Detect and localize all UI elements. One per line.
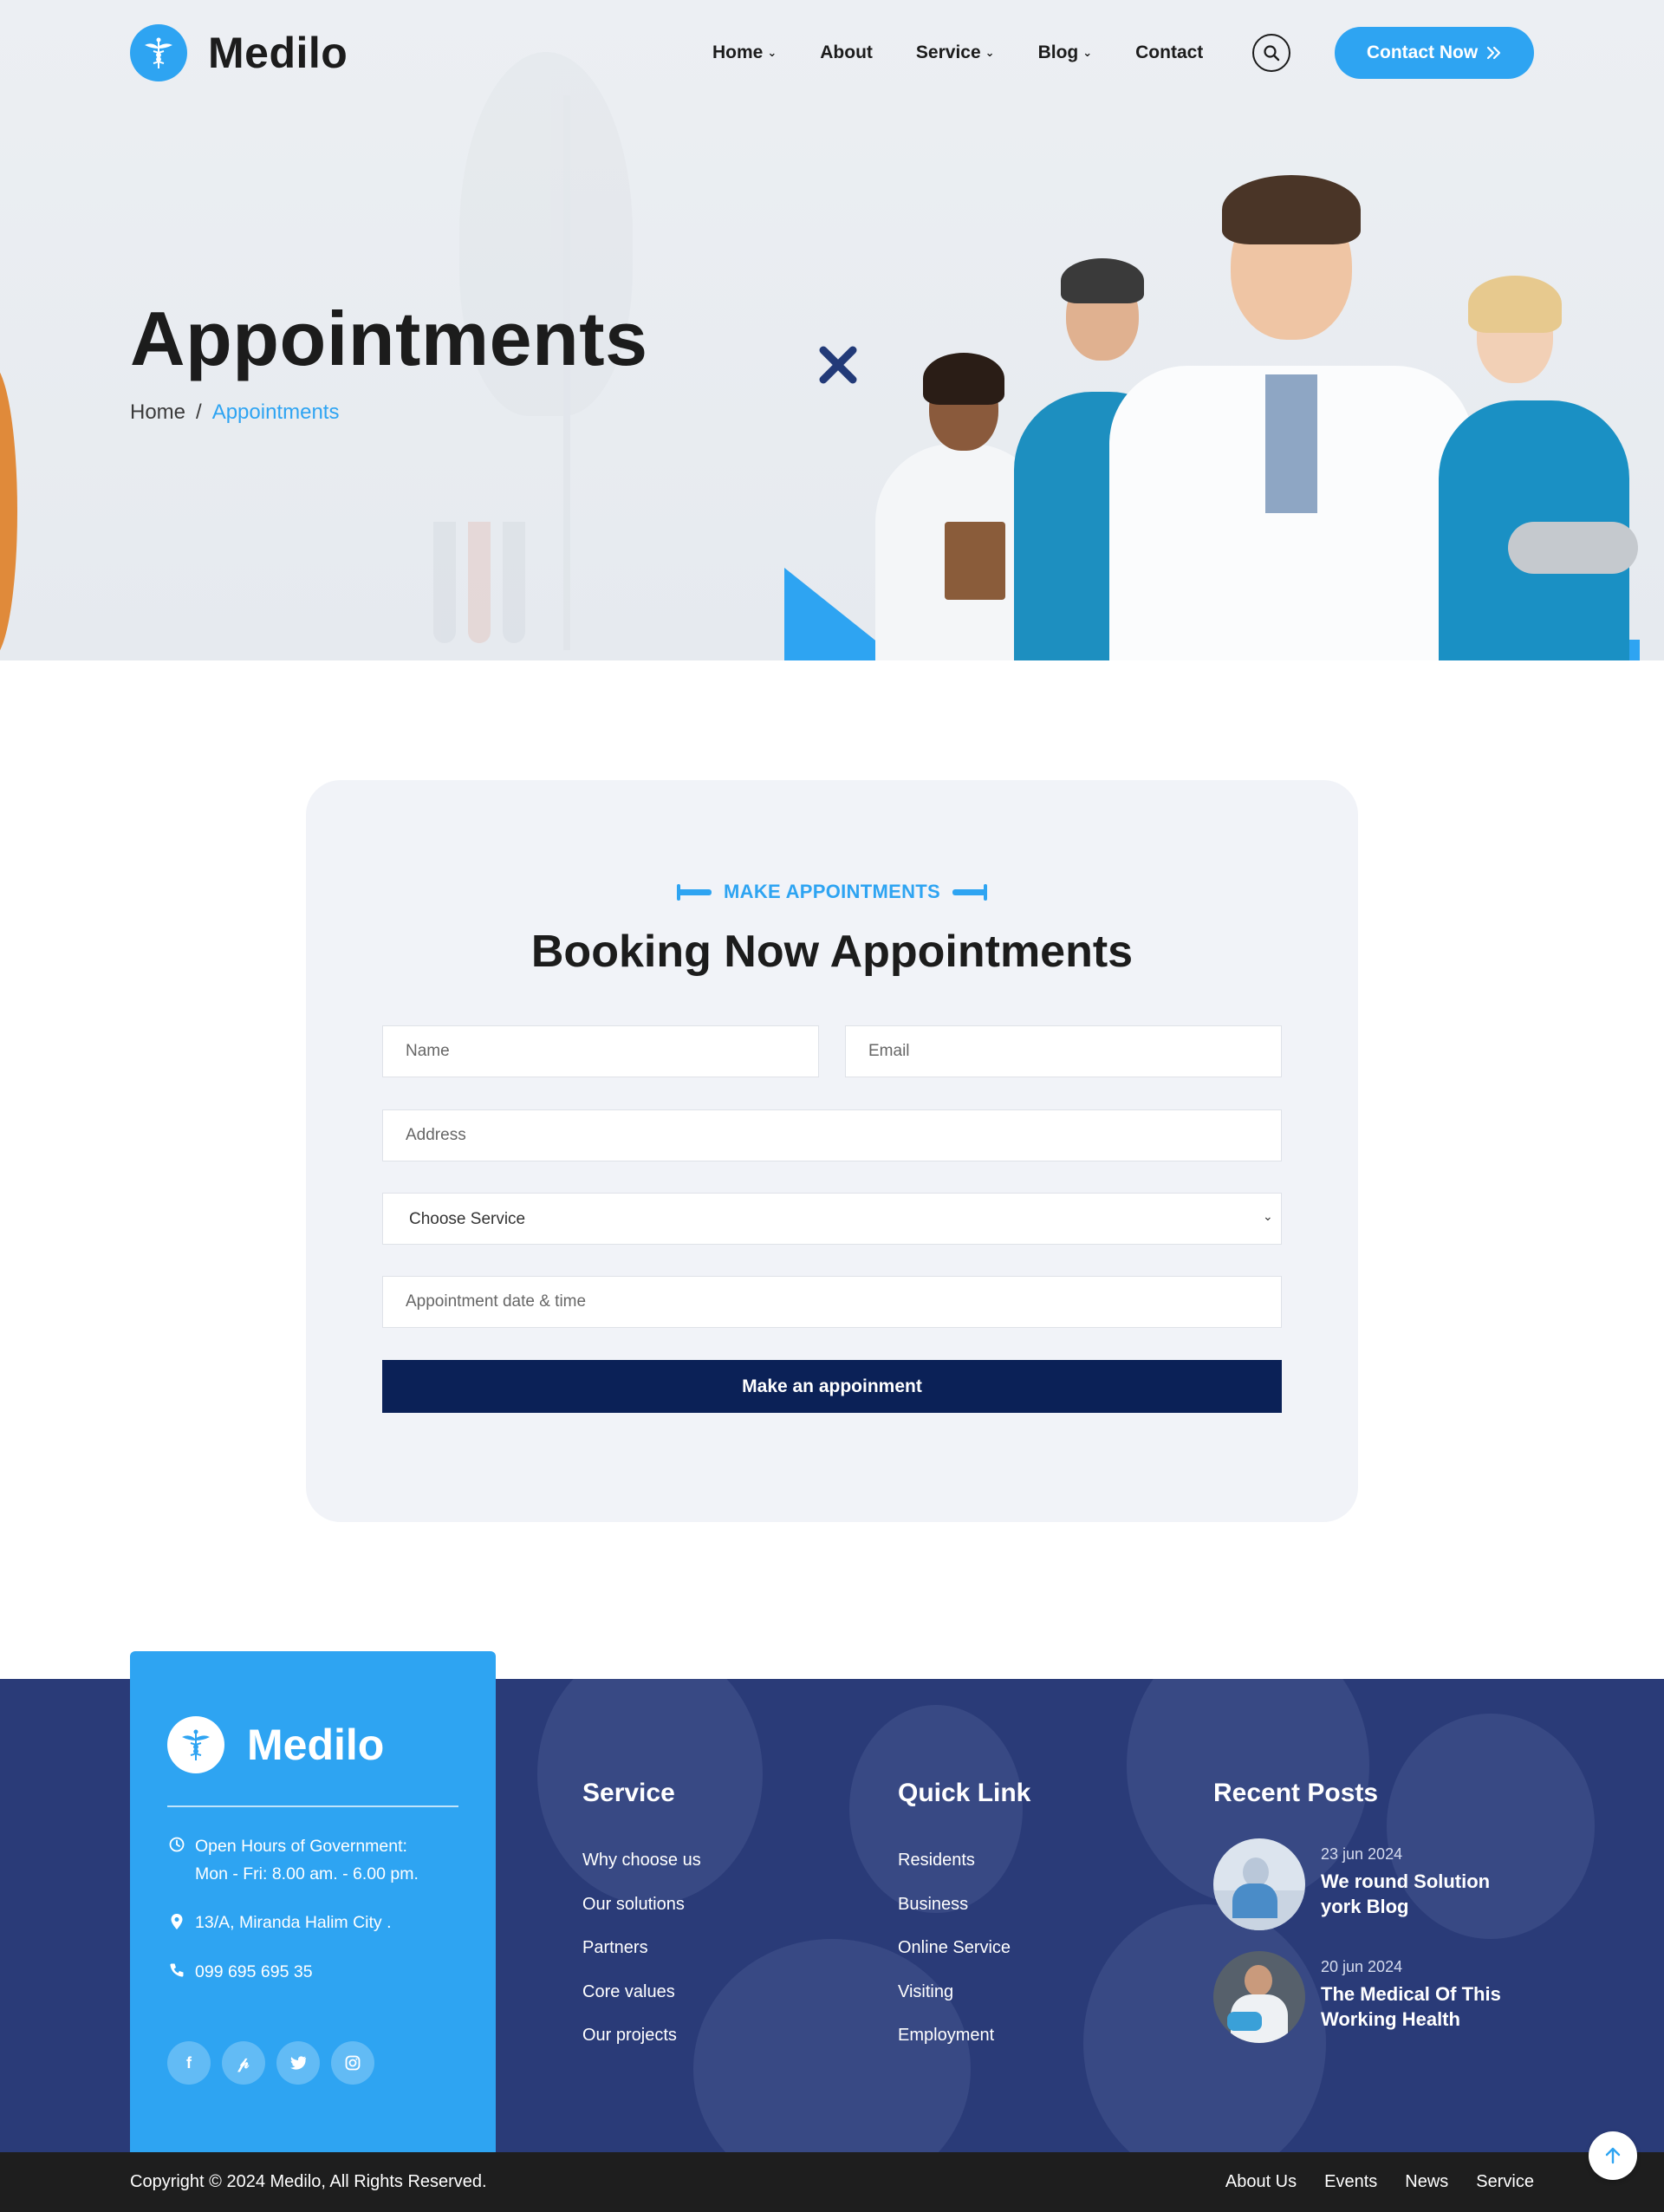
nav-item-home[interactable]: Home ⌄ — [712, 42, 777, 63]
footer-link-partners[interactable]: Partners — [582, 1926, 701, 1970]
doctors-team-image — [858, 156, 1638, 660]
pinterest-icon[interactable]: 𝓅 — [222, 2041, 265, 2085]
site-header: Medilo Home ⌄ About Service ⌄ Blog ⌄ Con… — [130, 24, 1534, 81]
clock-icon — [167, 1832, 186, 1888]
twitter-icon[interactable] — [276, 2041, 320, 2085]
scroll-to-top-button[interactable] — [1589, 2131, 1637, 2180]
chevron-down-icon: ⌄ — [985, 46, 995, 59]
hours-label: Open Hours of Government: — [195, 1837, 407, 1856]
close-icon — [819, 346, 857, 384]
main-nav: Home ⌄ About Service ⌄ Blog ⌄ Contact — [712, 24, 1203, 81]
phone-text: 099 695 695 35 — [195, 1962, 313, 1981]
nav-label: Home — [712, 42, 764, 62]
footer-brand-name: Medilo — [247, 1721, 385, 1769]
footer-quick-link-column: Quick Link Residents Business Online Ser… — [898, 1779, 1030, 2058]
chevron-down-icon: ⌄ — [767, 46, 777, 59]
breadcrumb-separator: / — [196, 400, 202, 424]
eyebrow-label: MAKE APPOINTMENTS — [724, 881, 940, 902]
caduceus-icon — [167, 1716, 224, 1773]
hero-decoration — [0, 364, 17, 659]
facebook-icon[interactable]: f — [167, 2041, 211, 2085]
post-date: 23 jun 2024 — [1321, 1845, 1403, 1863]
contact-now-button[interactable]: Contact Now — [1335, 27, 1534, 79]
footer-quick-link-title: Quick Link — [898, 1779, 1031, 1807]
recent-post-item[interactable]: 20 jun 2024 The Medical Of This Working … — [1213, 1951, 1511, 2043]
footer-link-why-choose-us[interactable]: Why choose us — [582, 1838, 701, 1883]
appointment-form-card: MAKE APPOINTMENTS Booking Now Appointmen… — [306, 780, 1358, 1522]
nav-item-service[interactable]: Service ⌄ — [916, 42, 995, 63]
section-eyebrow: MAKE APPOINTMENTS — [306, 881, 1358, 903]
footer-link-our-projects[interactable]: Our projects — [582, 2014, 701, 2058]
divider — [167, 1805, 458, 1807]
caduceus-icon — [130, 24, 187, 81]
instagram-icon[interactable] — [331, 2041, 374, 2085]
social-links: f 𝓅 — [167, 2041, 374, 2085]
footer-logo[interactable]: Medilo — [167, 1716, 384, 1773]
post-date: 20 jun 2024 — [1321, 1958, 1403, 1975]
service-select[interactable]: Choose Service — [382, 1193, 1282, 1245]
breadcrumb-home-link[interactable]: Home — [130, 400, 185, 425]
footer-link-employment[interactable]: Employment — [898, 2014, 1030, 2058]
footer-recent-posts-title: Recent Posts — [1213, 1779, 1379, 1807]
recent-post-item[interactable]: 23 jun 2024 We round Solution york Blog — [1213, 1838, 1511, 1930]
nav-item-about[interactable]: About — [820, 42, 873, 63]
nav-label: Service — [915, 42, 981, 62]
email-field[interactable] — [845, 1025, 1282, 1077]
brand-name: Medilo — [208, 29, 348, 77]
eyebrow-bar-icon — [952, 883, 987, 901]
footer-link-business[interactable]: Business — [898, 1883, 1030, 1927]
site-logo[interactable]: Medilo — [130, 24, 348, 81]
footer-bottom-bar: Copyright © 2024 Medilo, All Rights Rese… — [0, 2152, 1664, 2212]
section-title: Booking Now Appointments — [530, 927, 1134, 977]
footer-phone[interactable]: 099 695 695 35 — [167, 1958, 313, 1986]
footer-bottom-links: About Us Events News Service — [1225, 2152, 1534, 2212]
post-thumbnail — [1213, 1951, 1305, 2043]
nav-label: About — [820, 42, 873, 62]
double-chevron-right-icon — [1487, 46, 1501, 60]
nav-label: Blog — [1037, 42, 1079, 62]
footer-link-core-values[interactable]: Core values — [582, 1970, 701, 2014]
address-text: 13/A, Miranda Halim City . — [195, 1913, 392, 1932]
breadcrumb: Home / Appointments — [130, 400, 339, 425]
address-field[interactable] — [382, 1109, 1282, 1161]
footer-brand-panel: Medilo Open Hours of Government: Mon - F… — [130, 1651, 496, 2152]
copyright-text: Copyright © 2024 Medilo, All Rights Rese… — [130, 2172, 487, 2191]
nav-item-blog[interactable]: Blog ⌄ — [1038, 42, 1093, 63]
phone-icon — [167, 1958, 186, 1986]
footer-address: 13/A, Miranda Halim City . — [167, 1909, 392, 1936]
footer-link-our-solutions[interactable]: Our solutions — [582, 1883, 701, 1927]
footer-service-column: Service Why choose us Our solutions Part… — [582, 1779, 701, 2058]
search-icon — [1264, 45, 1280, 62]
bottom-link-about-us[interactable]: About Us — [1225, 2172, 1297, 2192]
chevron-down-icon: ⌄ — [1082, 46, 1093, 59]
post-thumbnail — [1213, 1838, 1305, 1930]
arrow-up-icon — [1605, 2147, 1621, 2164]
page-title: Appointments — [130, 296, 648, 381]
post-title[interactable]: The Medical Of This Working Health — [1321, 1981, 1511, 2032]
eyebrow-bar-icon — [677, 883, 712, 901]
footer-recent-posts-column: Recent Posts 23 jun 2024 We round Soluti… — [1213, 1779, 1511, 2064]
bottom-link-events[interactable]: Events — [1324, 2172, 1377, 2192]
name-field[interactable] — [382, 1025, 819, 1077]
footer-link-visiting[interactable]: Visiting — [898, 1970, 1030, 2014]
appointment-datetime-field[interactable] — [382, 1276, 1282, 1328]
map-pin-icon — [167, 1909, 186, 1936]
hours-value: Mon - Fri: 8.00 am. - 6.00 pm. — [195, 1864, 419, 1883]
nav-item-contact[interactable]: Contact — [1135, 42, 1203, 63]
footer-link-online-service[interactable]: Online Service — [898, 1926, 1030, 1970]
make-appointment-button[interactable]: Make an appoinment — [382, 1360, 1282, 1413]
nav-label: Contact — [1135, 42, 1204, 62]
bottom-link-news[interactable]: News — [1405, 2172, 1448, 2192]
bottom-link-service[interactable]: Service — [1476, 2172, 1534, 2192]
breadcrumb-current: Appointments — [211, 400, 340, 424]
contact-now-label: Contact Now — [1366, 42, 1479, 62]
footer-service-title: Service — [582, 1779, 675, 1807]
page-hero: Medilo Home ⌄ About Service ⌄ Blog ⌄ Con… — [0, 0, 1664, 660]
search-button[interactable] — [1252, 34, 1290, 72]
post-title[interactable]: We round Solution york Blog — [1321, 1869, 1511, 1919]
opening-hours: Open Hours of Government: Mon - Fri: 8.0… — [167, 1832, 419, 1888]
footer-link-residents[interactable]: Residents — [898, 1838, 1030, 1883]
